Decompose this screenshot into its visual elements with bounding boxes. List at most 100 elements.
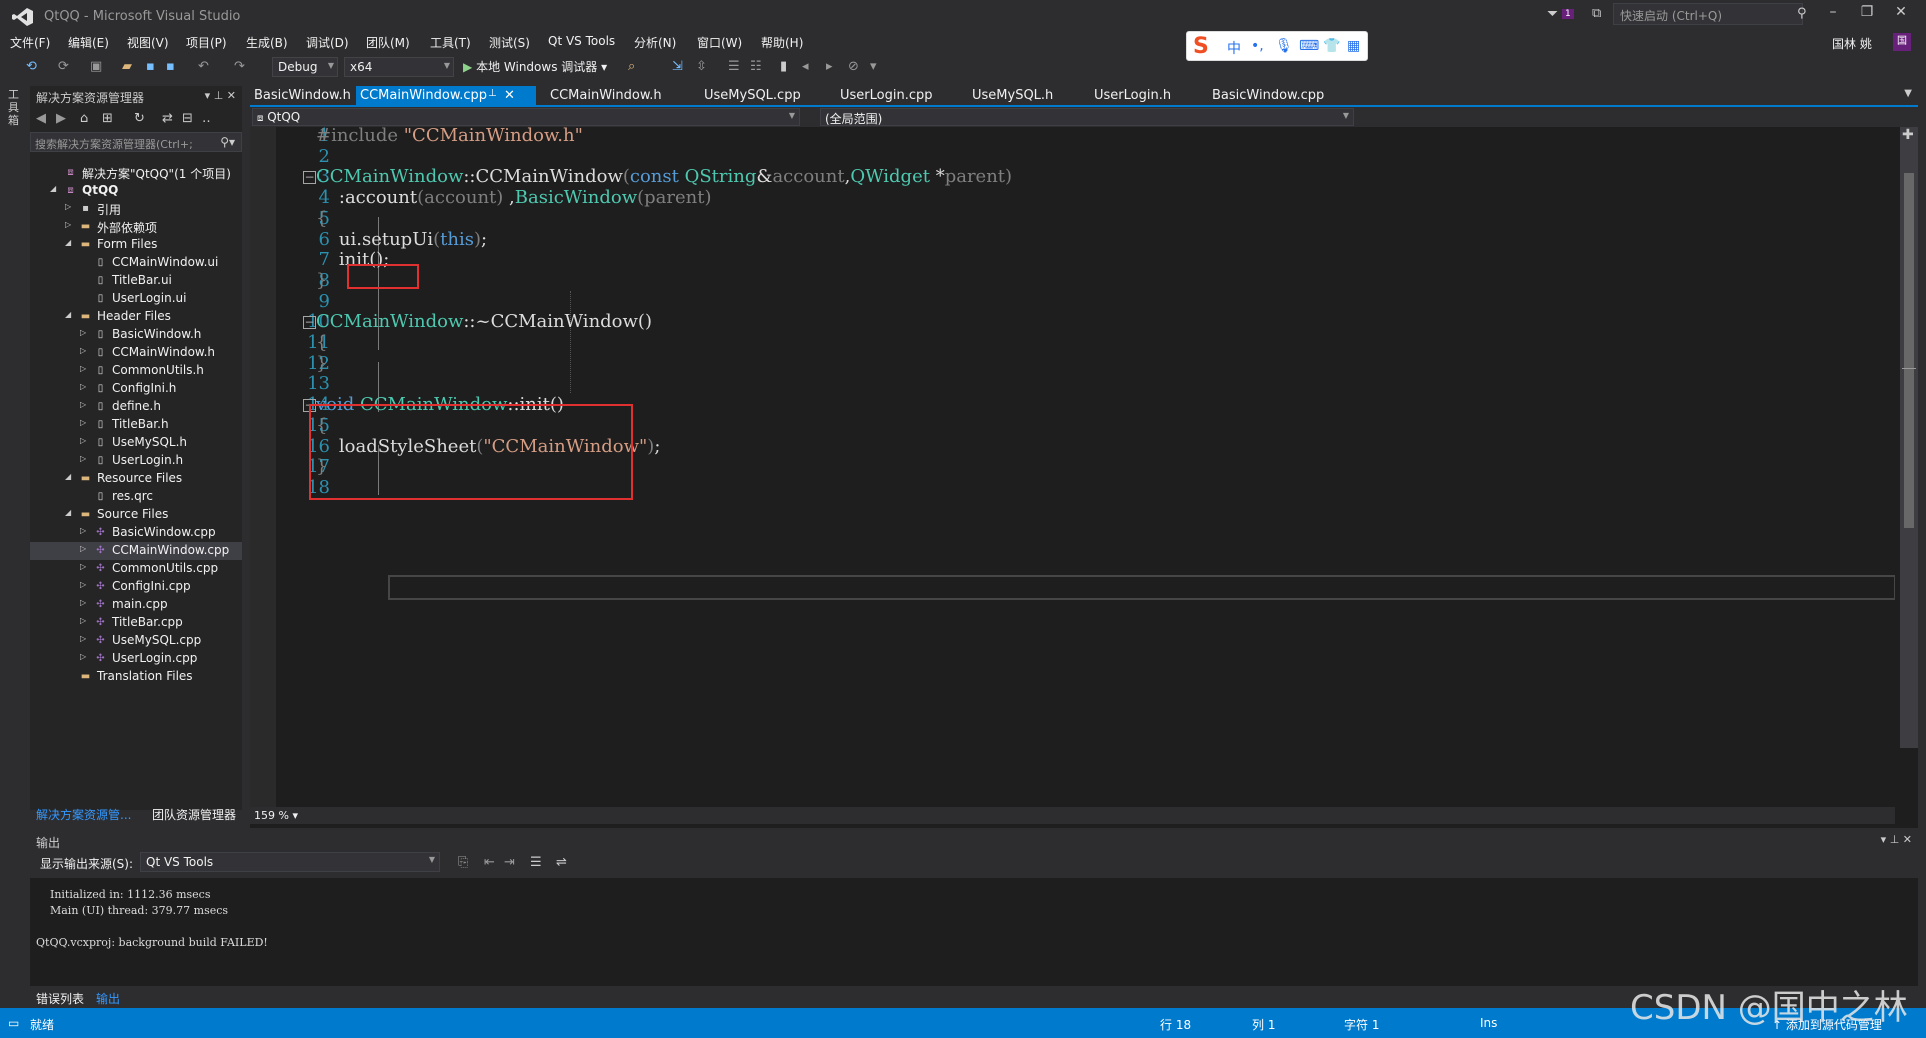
menu-edit[interactable]: 编辑(E) (68, 34, 109, 51)
pin-icon[interactable]: ⊥ (214, 89, 224, 102)
tree-item[interactable]: ▷ ▯ define.h (30, 398, 242, 416)
toolbox-icon[interactable]: ▦ (1347, 38, 1360, 54)
tree-item[interactable]: ▯ TitleBar.ui (30, 272, 242, 290)
collapsed-icon[interactable]: ▷ (80, 526, 86, 535)
collapsed-icon[interactable]: ▷ (80, 562, 86, 571)
split-button-icon[interactable]: ✚ (1902, 127, 1914, 143)
tab-solution-explorer[interactable]: 解决方案资源管... (36, 806, 131, 823)
tab-output[interactable]: 输出 (96, 990, 120, 1007)
uncomment-icon[interactable]: ☷ (750, 59, 762, 74)
expanded-icon[interactable]: ◢ (65, 508, 71, 517)
expanded-icon[interactable]: ◢ (50, 184, 56, 193)
step-over-icon[interactable]: ⇳ (696, 59, 707, 74)
menu-qt-vs-tools[interactable]: Qt VS Tools (548, 34, 615, 48)
tree-item[interactable]: ▷ ▯ TitleBar.h (30, 416, 242, 434)
tree-item[interactable]: ◢ ⧈ QtQQ (30, 182, 242, 200)
tree-item[interactable]: ▷ ✣ main.cpp (30, 596, 242, 614)
tree-item[interactable]: ▷ ✣ CCMainWindow.cpp (30, 542, 242, 560)
collapsed-icon[interactable]: ▷ (80, 580, 86, 589)
tree-item[interactable]: ▷ ▪ 引用 (30, 200, 242, 218)
tab-ccmainwindow-cpp[interactable]: CCMainWindow.cpp ⊥ ✕ (356, 86, 536, 107)
next-message-icon[interactable]: ⇥ (504, 855, 515, 870)
close-button[interactable]: ✕ (1886, 4, 1916, 26)
menu-analyze[interactable]: 分析(N) (634, 34, 676, 51)
tree-item[interactable]: ▷ ▯ BasicWindow.h (30, 326, 242, 344)
tree-item[interactable]: ⧈ 解决方案"QtQQ"(1 个项目) (30, 164, 242, 182)
expanded-icon[interactable]: ◢ (65, 238, 71, 247)
back-icon[interactable]: ⟲ (26, 59, 37, 74)
close-icon[interactable]: ✕ (227, 89, 236, 102)
word-wrap-icon[interactable]: ⇌ (556, 855, 567, 870)
menu-build[interactable]: 生成(B) (246, 34, 288, 51)
tree-item[interactable]: ▷ ✣ BasicWindow.cpp (30, 524, 242, 542)
fold-toggle-icon[interactable]: − (303, 171, 316, 184)
skin-icon[interactable]: 👕 (1323, 38, 1340, 54)
pin-icon[interactable]: ⊥ (1890, 833, 1900, 846)
keyboard-icon[interactable]: ⌨ (1299, 38, 1319, 54)
microphone-icon[interactable]: 🎙 (1275, 38, 1293, 54)
expanded-icon[interactable]: ◢ (65, 472, 71, 481)
menu-view[interactable]: 视图(V) (127, 34, 169, 51)
chevron-down-icon[interactable]: ▾ (205, 89, 211, 102)
tree-item[interactable]: ▷ ▯ UserLogin.h (30, 452, 242, 470)
menu-project[interactable]: 项目(P) (186, 34, 227, 51)
tree-item[interactable]: ▷ ▯ CommonUtils.h (30, 362, 242, 380)
tab-team-explorer[interactable]: 团队资源管理器 (152, 806, 236, 823)
collapsed-icon[interactable]: ▷ (80, 454, 86, 463)
scope-dropdown[interactable]: (全局范围) ▼ (820, 108, 1354, 126)
switch-views-icon[interactable]: ⊞ (102, 111, 113, 126)
output-source-dropdown[interactable]: Qt VS Tools ▼ (140, 852, 440, 872)
collapsed-icon[interactable]: ▷ (80, 598, 86, 607)
close-tab-icon[interactable]: ✕ (504, 88, 515, 103)
undo-icon[interactable]: ↶ (198, 59, 209, 74)
save-icon[interactable]: ▪ (146, 59, 155, 74)
prev-bookmark-icon[interactable]: ◂ (802, 59, 809, 74)
menu-window[interactable]: 窗口(W) (697, 34, 742, 51)
toolbar-overflow-icon[interactable]: ▾ (870, 59, 877, 74)
collapsed-icon[interactable]: ▷ (80, 382, 86, 391)
collapsed-icon[interactable]: ▷ (65, 202, 71, 211)
redo-icon[interactable]: ↷ (234, 59, 245, 74)
collapsed-icon[interactable]: ▷ (80, 544, 86, 553)
punctuation-icon[interactable]: •, (1251, 38, 1264, 54)
forward-icon[interactable]: ⟳ (58, 59, 69, 74)
filter-icon[interactable]: ⏷ (1547, 6, 1558, 22)
find-in-files-icon[interactable]: ⌕ (628, 59, 635, 74)
tree-item[interactable]: ▷ ▯ CCMainWindow.h (30, 344, 242, 362)
minimize-button[interactable]: – (1818, 4, 1848, 26)
tree-item[interactable]: ▷ ▯ UseMySQL.h (30, 434, 242, 452)
comment-icon[interactable]: ☰ (728, 59, 740, 74)
fold-toggle-icon[interactable]: − (303, 316, 316, 329)
back-icon[interactable]: ◀ (36, 111, 46, 126)
toolbox-strip[interactable]: 工具箱 (0, 82, 30, 810)
tree-item[interactable]: ▷ ✣ UserLogin.cpp (30, 650, 242, 668)
tree-item[interactable]: ▷ ✣ UseMySQL.cpp (30, 632, 242, 650)
restore-button[interactable]: ❐ (1852, 4, 1882, 26)
menu-debug[interactable]: 调试(D) (306, 34, 349, 51)
collapsed-icon[interactable]: ▷ (80, 616, 86, 625)
collapsed-icon[interactable]: ▷ (80, 634, 86, 643)
notification-badge[interactable]: 1 (1562, 9, 1574, 19)
tab-usemysql-cpp[interactable]: UseMySQL.cpp (700, 86, 805, 107)
collapsed-icon[interactable]: ▷ (80, 346, 86, 355)
tab-userlogin-cpp[interactable]: UserLogin.cpp (836, 86, 937, 107)
collapsed-icon[interactable]: ▷ (80, 652, 86, 661)
expanded-icon[interactable]: ◢ (65, 310, 71, 319)
search-icon[interactable]: ⚲▾ (220, 135, 235, 149)
pin-icon[interactable]: ⊥ (488, 88, 497, 99)
tree-item[interactable]: ◢ ▬ Resource Files (30, 470, 242, 488)
tab-basicwindow-h[interactable]: BasicWindow.h (250, 86, 355, 107)
platform-dropdown[interactable]: x64 ▼ (344, 57, 454, 77)
sync-icon[interactable]: ⇄ (162, 111, 173, 126)
scrollbar-thumb[interactable] (1904, 173, 1914, 528)
tab-error-list[interactable]: 错误列表 (36, 990, 84, 1007)
tree-item[interactable]: ▬ Translation Files (30, 668, 242, 686)
menu-file[interactable]: 文件(F) (10, 34, 50, 51)
tree-item[interactable]: ◢ ▬ Header Files (30, 308, 242, 326)
tree-item[interactable]: ◢ ▬ Form Files (30, 236, 242, 254)
menu-help[interactable]: 帮助(H) (761, 34, 803, 51)
solution-search-input[interactable]: 搜索解决方案资源管理器(Ctrl+; ⚲▾ (30, 132, 242, 152)
next-bookmark-icon[interactable]: ▸ (826, 59, 833, 74)
pending-changes-icon[interactable]: ↻ (134, 111, 145, 126)
tab-userlogin-h[interactable]: UserLogin.h (1090, 86, 1175, 107)
